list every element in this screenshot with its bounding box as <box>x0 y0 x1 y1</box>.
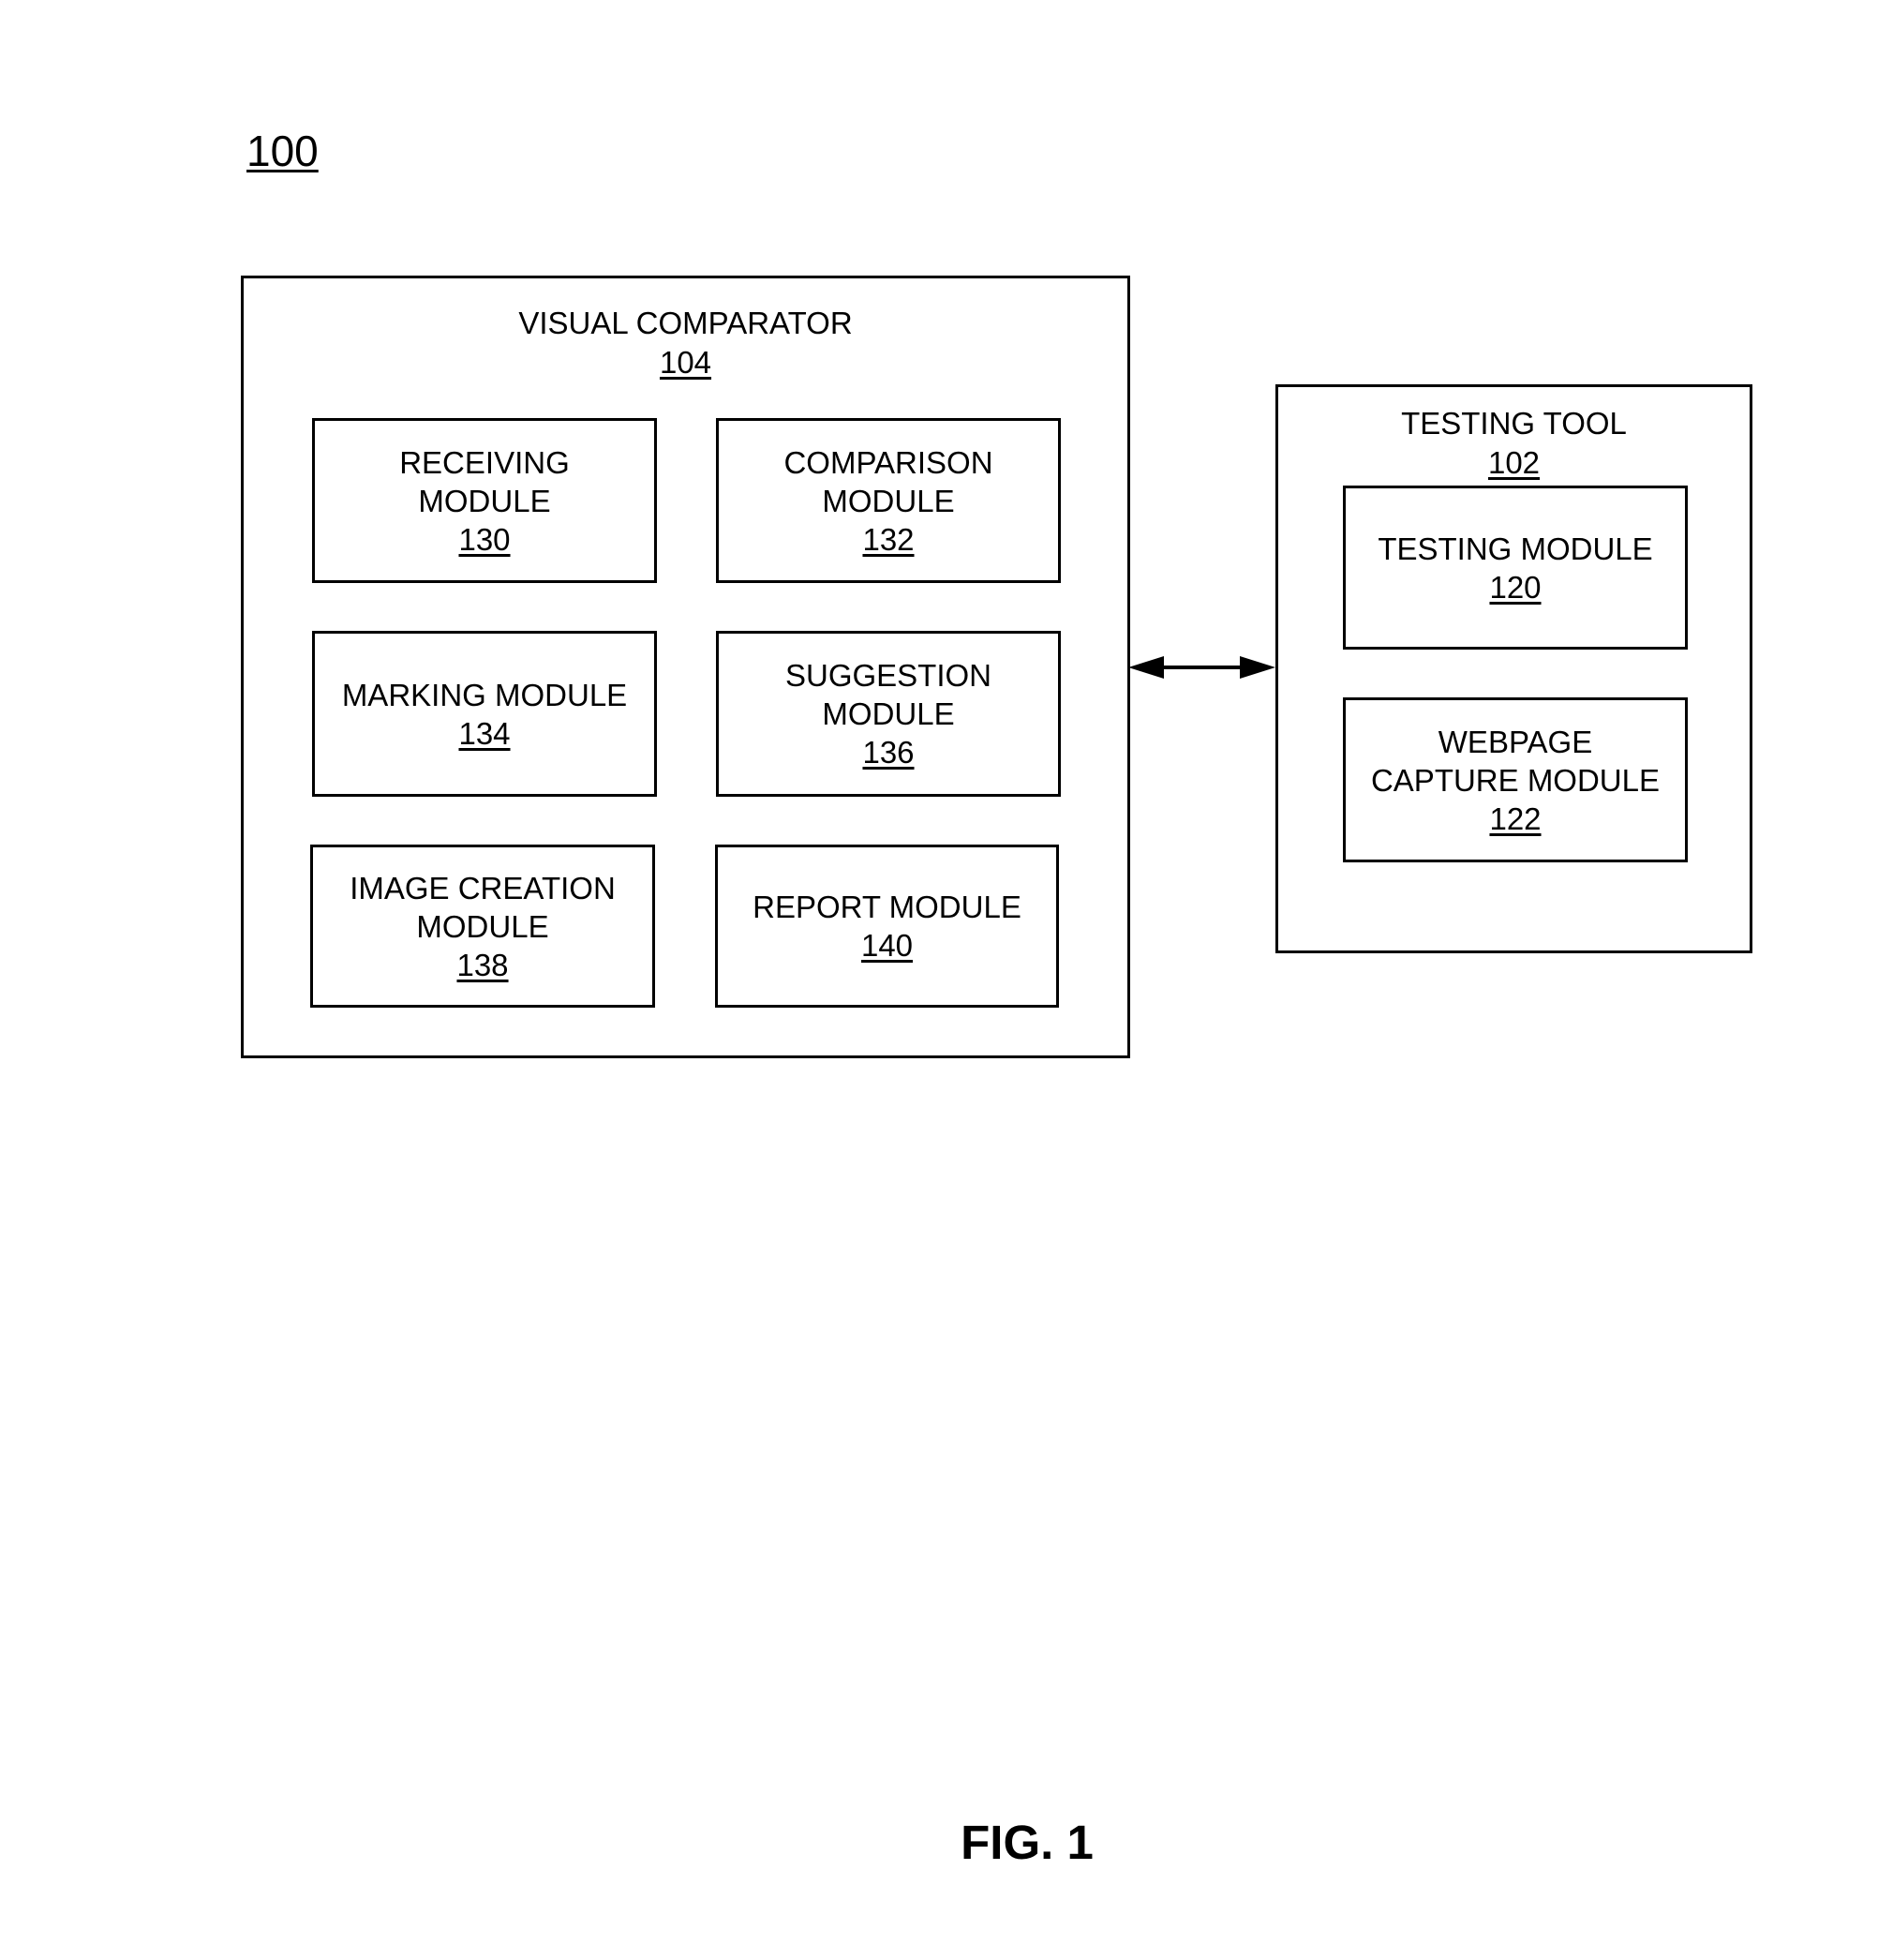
report-module-box: REPORT MODULE 140 <box>715 845 1059 1008</box>
module-reference-number: 120 <box>1489 569 1542 605</box>
module-reference-number: 130 <box>458 521 511 557</box>
marking-module-box: MARKING MODULE 134 <box>312 631 657 797</box>
visual-comparator-name: VISUAL COMPARATOR <box>518 306 853 340</box>
testing-module-box: TESTING MODULE 120 <box>1343 486 1688 650</box>
testing-tool-name: TESTING TOOL <box>1401 406 1627 441</box>
module-reference-number: 122 <box>1489 800 1542 836</box>
module-name: IMAGE CREATION MODULE <box>350 870 616 944</box>
testing-tool-reference-number: 102 <box>1487 445 1541 480</box>
bidirectional-arrow-icon <box>1128 656 1275 679</box>
module-reference-number: 138 <box>456 947 509 982</box>
module-name: TESTING MODULE <box>1378 531 1653 566</box>
module-name: REPORT MODULE <box>753 890 1021 924</box>
module-name: RECEIVING MODULE <box>399 444 570 518</box>
module-name: SUGGESTION MODULE <box>784 658 992 731</box>
receiving-module-box: RECEIVING MODULE 130 <box>312 418 657 583</box>
module-name: MARKING MODULE <box>341 677 628 712</box>
testing-tool-title: TESTING TOOL 102 <box>1278 404 1750 483</box>
suggestion-module-box: SUGGESTION MODULE 136 <box>716 631 1061 797</box>
comparison-module-box: COMPARISON MODULE 132 <box>716 418 1061 583</box>
visual-comparator-reference-number: 104 <box>659 345 712 380</box>
module-name: COMPARISON MODULE <box>783 444 993 518</box>
webpage-capture-module-box: WEBPAGE CAPTURE MODULE 122 <box>1343 697 1688 862</box>
visual-comparator-title: VISUAL COMPARATOR 104 <box>244 304 1127 382</box>
figure-reference-number: 100 <box>246 127 319 175</box>
figure-caption: FIG. 1 <box>961 1816 1094 1869</box>
testing-tool-box: TESTING TOOL 102 <box>1275 384 1752 953</box>
arrowhead-left <box>1128 656 1164 679</box>
module-reference-number: 136 <box>862 735 915 770</box>
module-reference-number: 134 <box>458 715 511 751</box>
module-reference-number: 140 <box>860 928 914 963</box>
module-name: WEBPAGE CAPTURE MODULE <box>1370 724 1661 798</box>
image-creation-module-box: IMAGE CREATION MODULE 138 <box>310 845 655 1008</box>
module-reference-number: 132 <box>862 521 915 557</box>
patent-figure: 100 VISUAL COMPARATOR 104 RECEIVING MODU… <box>0 0 1878 1960</box>
arrowhead-right <box>1240 656 1275 679</box>
